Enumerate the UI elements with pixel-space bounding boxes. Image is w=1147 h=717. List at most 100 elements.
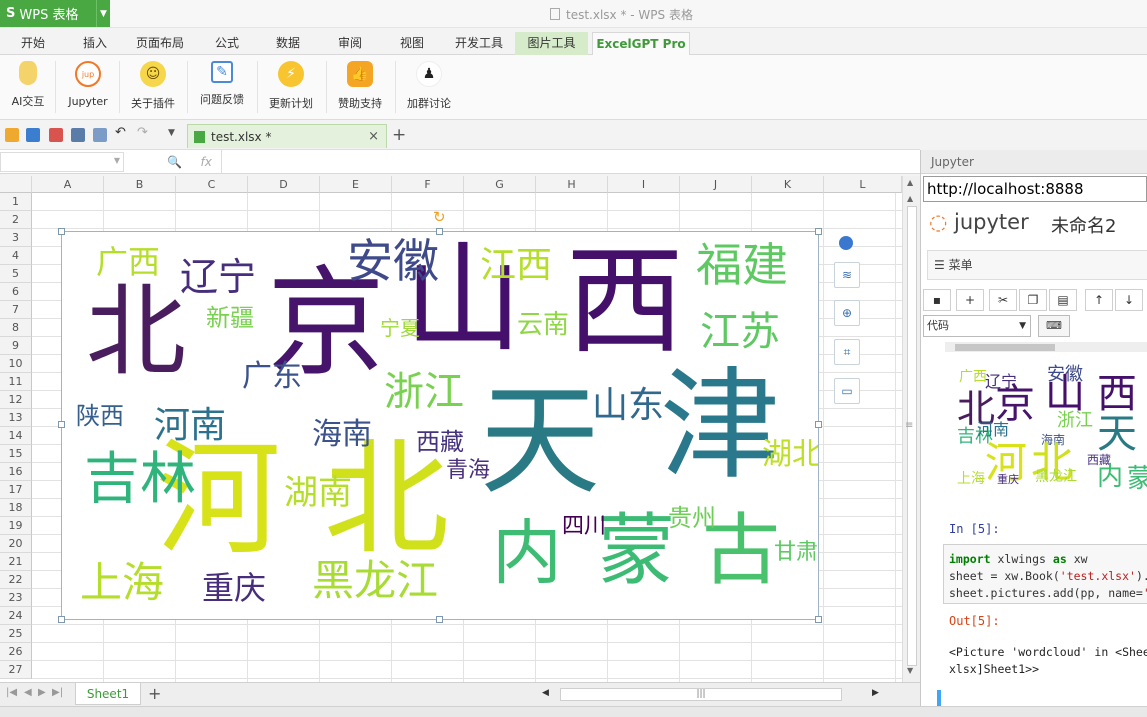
layers-icon[interactable]: ≋ (834, 262, 860, 288)
about-plugin-button[interactable]: ☺ 关于插件 (122, 61, 184, 113)
row-header[interactable]: 2 (0, 211, 32, 229)
paste-icon[interactable]: ▤ (1049, 289, 1077, 311)
jupyter-url-field[interactable]: http://localhost:8888 (923, 176, 1147, 202)
chevron-down-icon[interactable]: ▼ (114, 156, 120, 165)
hscroll-left-icon[interactable]: ◀ (542, 688, 549, 698)
row-header[interactable]: 9 (0, 337, 32, 355)
feedback-button[interactable]: ✎ 问题反馈 (191, 61, 253, 113)
column-header[interactable]: J (680, 176, 752, 193)
resize-handle[interactable] (815, 228, 822, 235)
undo-icon[interactable]: ↶ (115, 125, 129, 140)
column-header[interactable]: B (104, 176, 176, 193)
column-header[interactable]: H (536, 176, 608, 193)
copy-icon[interactable]: ❐ (1019, 289, 1047, 311)
tab-developer[interactable]: 开发工具 (446, 32, 512, 55)
tab-excelgpt-pro[interactable]: ExcelGPT Pro (592, 32, 690, 55)
column-header[interactable]: G (464, 176, 536, 193)
tab-formulas[interactable]: 公式 (202, 32, 252, 55)
fx-icon[interactable]: fx (200, 155, 211, 169)
wps-app-menu-button[interactable]: S WPS 表格 ▼ (0, 0, 110, 27)
row-header[interactable]: 6 (0, 283, 32, 301)
row-header[interactable]: 11 (0, 373, 32, 391)
scroll-down-icon[interactable]: ▼ (907, 666, 913, 675)
tab-start[interactable]: 开始 (8, 32, 58, 55)
tab-review[interactable]: 审阅 (325, 32, 375, 55)
sponsor-button[interactable]: 👍 赞助支持 (329, 61, 391, 113)
resize-handle[interactable] (58, 421, 65, 428)
column-header[interactable]: D (248, 176, 320, 193)
row-header[interactable]: 1 (0, 193, 32, 211)
chevron-down-icon[interactable]: ▼ (96, 0, 110, 27)
keyboard-icon[interactable]: ⌨ (1038, 315, 1070, 337)
sheet-nav-next-icon[interactable]: ▶ (38, 687, 46, 698)
tab-picture-tools[interactable]: 图片工具 (515, 32, 588, 55)
rotate-handle-icon[interactable]: ↻ (433, 208, 446, 226)
wordcloud-picture[interactable]: 北 京 山 西 天 津 河 北 内 蒙 古 广西 辽宁 安徽 江西 福建 江苏 … (61, 231, 819, 620)
add-cell-icon[interactable]: + (956, 289, 984, 311)
column-header[interactable]: F (392, 176, 464, 193)
scroll-up-icon[interactable]: ▲ (907, 178, 913, 187)
row-header[interactable]: 19 (0, 517, 32, 535)
tab-view[interactable]: 视图 (387, 32, 437, 55)
ai-interact-button[interactable]: AI交互 (0, 61, 59, 113)
column-header[interactable]: A (32, 176, 104, 193)
crop-icon[interactable]: ⌗ (834, 339, 860, 365)
formula-input[interactable] (223, 150, 920, 174)
row-header[interactable]: 25 (0, 625, 32, 643)
row-header[interactable]: 13 (0, 409, 32, 427)
row-header[interactable]: 12 (0, 391, 32, 409)
tab-page-layout[interactable]: 页面布局 (128, 32, 192, 55)
column-header[interactable]: L (824, 176, 902, 193)
scroll-up-icon[interactable]: ▲ (907, 194, 913, 203)
sheet-nav-last-icon[interactable]: ▶| (52, 687, 63, 698)
vertical-scroll-thumb[interactable] (907, 206, 917, 666)
sheet-tab[interactable]: Sheet1 (75, 683, 141, 705)
row-header[interactable]: 14 (0, 427, 32, 445)
close-tab-icon[interactable]: × (368, 129, 379, 144)
output-scroll-thumb[interactable] (955, 344, 1055, 351)
row-header[interactable]: 3 (0, 229, 32, 247)
border-icon[interactable]: ▭ (834, 378, 860, 404)
row-header[interactable]: 24 (0, 607, 32, 625)
collapse-icon[interactable] (839, 236, 853, 250)
move-up-icon[interactable]: ↑ (1085, 289, 1113, 311)
redo-icon[interactable]: ↷ (137, 125, 151, 140)
row-header[interactable]: 27 (0, 661, 32, 679)
tab-data[interactable]: 数据 (263, 32, 313, 55)
jupyter-button[interactable]: jup Jupyter (57, 61, 119, 113)
column-header[interactable]: C (176, 176, 248, 193)
row-header[interactable]: 7 (0, 301, 32, 319)
code-cell[interactable]: import xlwings as xw sheet = xw.Book('te… (943, 544, 1147, 604)
save-icon[interactable] (26, 128, 40, 142)
row-header[interactable]: 4 (0, 247, 32, 265)
cell-type-select[interactable]: 代码 ▼ (923, 315, 1031, 337)
print-preview-icon[interactable] (93, 128, 107, 142)
print-icon[interactable] (71, 128, 85, 142)
customize-dropdown-icon[interactable]: ▼ (168, 128, 182, 142)
resize-handle[interactable] (815, 421, 822, 428)
row-header[interactable]: 16 (0, 463, 32, 481)
hscroll-right-icon[interactable]: ▶ (872, 688, 879, 698)
row-header[interactable]: 8 (0, 319, 32, 337)
select-all-corner[interactable] (0, 176, 32, 193)
document-tab[interactable]: test.xlsx * × (187, 124, 387, 148)
name-box[interactable]: ▼ (0, 152, 124, 172)
row-header[interactable]: 10 (0, 355, 32, 373)
zoom-search-icon[interactable]: 🔍 (167, 155, 182, 169)
sheet-nav-prev-icon[interactable]: ◀ (24, 687, 32, 698)
row-header[interactable]: 18 (0, 499, 32, 517)
save-notebook-icon[interactable]: ▪ (923, 289, 951, 311)
row-header[interactable]: 26 (0, 643, 32, 661)
move-down-icon[interactable]: ↓ (1115, 289, 1143, 311)
splitter-grip[interactable]: ≡ (905, 420, 913, 431)
column-header[interactable]: E (320, 176, 392, 193)
resize-handle[interactable] (58, 228, 65, 235)
column-header[interactable]: I (608, 176, 680, 193)
new-tab-button[interactable]: + (392, 125, 406, 145)
resize-handle[interactable] (58, 616, 65, 623)
resize-handle[interactable] (436, 228, 443, 235)
cut-icon[interactable]: ✂ (989, 289, 1017, 311)
resize-handle[interactable] (815, 616, 822, 623)
row-header[interactable]: 23 (0, 589, 32, 607)
resize-handle[interactable] (436, 616, 443, 623)
